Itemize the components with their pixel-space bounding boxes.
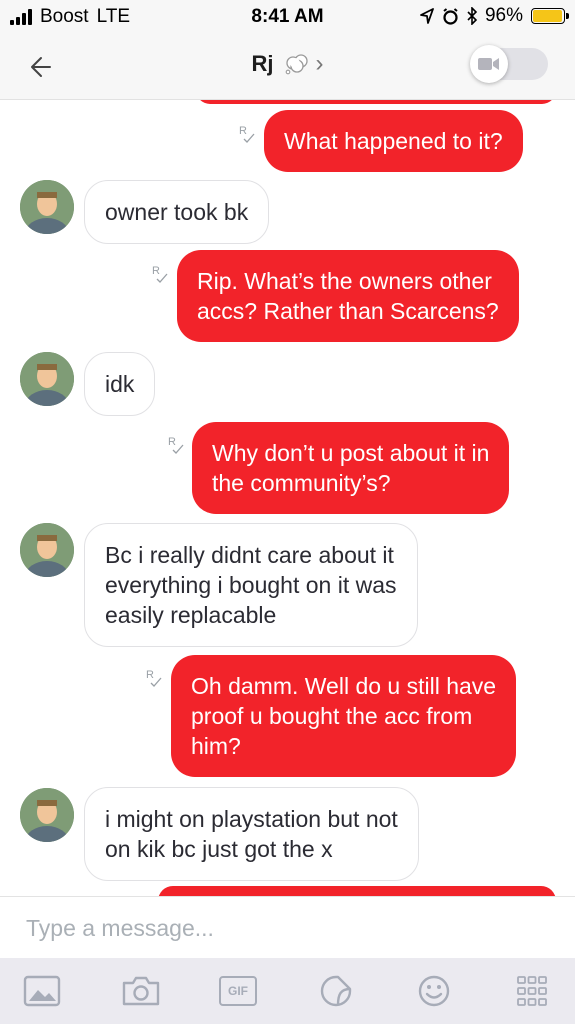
message-list[interactable]: R What happened to it? owner took bk R R…	[0, 100, 575, 896]
gif-button[interactable]: GIF	[218, 972, 258, 1010]
message-text: Oh damm. Well do u still have	[191, 673, 497, 699]
read-receipt-icon: R	[239, 125, 255, 143]
message-bubble-sent[interactable]: Oh damm. Well do u still have proof u bo…	[171, 655, 517, 777]
gif-icon: GIF	[219, 976, 257, 1006]
message-text: owner took bk	[105, 199, 249, 225]
bluetooth-icon	[467, 7, 477, 25]
contact-avatar[interactable]	[20, 180, 74, 234]
message-text: What happened to it?	[284, 128, 503, 154]
message-bubble-received[interactable]: i might on playstation but not on kik bc…	[84, 787, 419, 881]
sticker-icon	[320, 975, 352, 1007]
svg-text:R: R	[168, 436, 176, 448]
gif-label: GIF	[228, 984, 248, 998]
message-text: accs? Rather than Scarcens?	[197, 298, 499, 324]
message-text: Rip. What’s the owners other	[197, 268, 492, 294]
video-camera-icon	[478, 58, 499, 70]
chat-header: Rj ›	[0, 34, 575, 100]
message-text: i might on playstation but not	[105, 806, 398, 832]
message-bubble-sent[interactable]: Rip. What’s the owners other accs? Rathe…	[177, 250, 519, 342]
emoji-icon	[418, 975, 450, 1007]
alarm-icon	[443, 7, 458, 25]
message-text: Why don’t u post about it in	[212, 440, 490, 466]
chevron-right-icon: ›	[315, 50, 324, 77]
read-receipt-icon: R	[152, 265, 168, 283]
composer	[0, 896, 575, 959]
contact-avatar[interactable]	[20, 788, 74, 842]
message-text: proof u bought the acc from	[191, 703, 473, 729]
message-bubble-received[interactable]: owner took bk	[84, 180, 270, 244]
battery-percent: 96%	[484, 5, 523, 26]
message-text: Bc i really didnt care about it	[105, 542, 394, 568]
message-text: idk	[105, 371, 135, 397]
message-text: him?	[191, 733, 241, 759]
camera-icon	[122, 976, 160, 1006]
location-arrow-icon	[420, 8, 434, 24]
message-input[interactable]	[0, 897, 575, 959]
message-text: everything i bought on it was	[105, 572, 397, 598]
contact-name: Rj	[251, 51, 274, 76]
battery-icon	[531, 8, 569, 24]
message-bubble-received[interactable]: Bc i really didnt care about it everythi…	[84, 523, 418, 647]
message-text: on kik bc just got the x	[105, 836, 333, 862]
sticker-button[interactable]	[316, 972, 356, 1010]
contact-avatar[interactable]	[20, 523, 74, 577]
media-toolbar: GIF	[0, 958, 575, 1024]
message-bubble-sent[interactable]: Why don’t u post about it in the communi…	[192, 422, 510, 514]
thought-bubble-icon	[285, 54, 308, 75]
gallery-icon	[23, 975, 61, 1007]
emoji-button[interactable]	[414, 972, 454, 1010]
message-bubble-partial	[158, 886, 556, 896]
message-text: the community’s?	[212, 470, 391, 496]
read-receipt-icon: R	[146, 669, 162, 687]
camera-button[interactable]	[121, 972, 161, 1010]
apps-grid-icon	[517, 976, 547, 1006]
message-bubble-sent[interactable]: What happened to it?	[264, 110, 523, 172]
message-text: easily replacable	[105, 602, 277, 628]
status-bar: Boost LTE 8:41 AM 96%	[0, 0, 575, 34]
contact-avatar[interactable]	[20, 352, 74, 406]
apps-button[interactable]	[512, 972, 552, 1010]
svg-text:R: R	[146, 669, 154, 681]
svg-text:R: R	[152, 265, 160, 277]
message-bubble-partial	[196, 100, 556, 104]
svg-text:R: R	[239, 125, 247, 137]
read-receipt-icon: R	[168, 436, 184, 454]
video-chat-toggle[interactable]	[470, 45, 548, 83]
message-bubble-received[interactable]: idk	[84, 352, 156, 416]
gallery-button[interactable]	[22, 972, 62, 1010]
